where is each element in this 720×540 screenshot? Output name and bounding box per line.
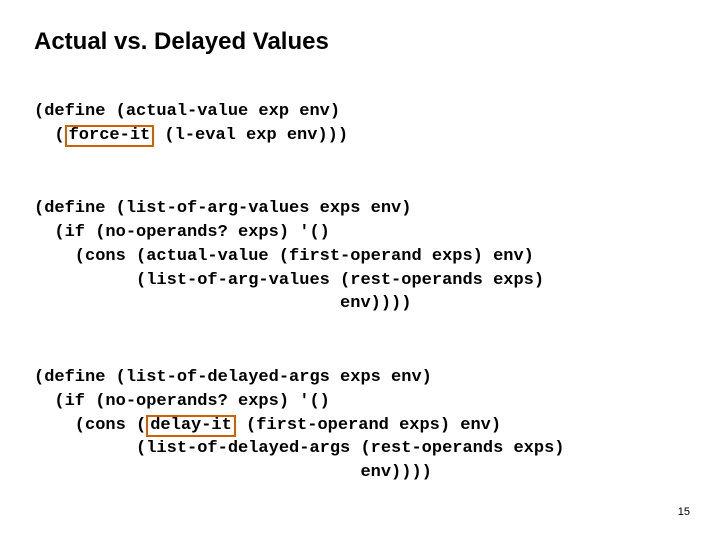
page-number: 15 <box>678 506 690 518</box>
code-line: (if (no-operands? exps) '() <box>34 223 330 242</box>
code-line-part: (l-eval exp env))) <box>154 126 348 145</box>
code-line-part: (first-operand exps) env) <box>236 416 501 435</box>
slide-title: Actual vs. Delayed Values <box>34 28 686 56</box>
code-line: (define (actual-value exp env) <box>34 102 340 121</box>
highlight-force-it: force-it <box>65 125 155 148</box>
code-line: env)))) <box>34 294 411 313</box>
code-line: (list-of-delayed-args (rest-operands exp… <box>34 439 565 458</box>
code-line-part: ( <box>34 126 65 145</box>
code-block-2: (define (list-of-arg-values exps env) (i… <box>34 173 686 316</box>
code-line: env)))) <box>34 463 432 482</box>
code-line-part: (cons ( <box>34 416 146 435</box>
code-block-3: (define (list-of-delayed-args exps env) … <box>34 342 686 485</box>
highlight-delay-it: delay-it <box>146 415 236 438</box>
code-line: (cons (actual-value (first-operand exps)… <box>34 247 534 266</box>
code-block-1: (define (actual-value exp env) (force-it… <box>34 76 686 147</box>
code-line: (list-of-arg-values (rest-operands exps) <box>34 271 544 290</box>
code-line: (if (no-operands? exps) '() <box>34 392 330 411</box>
code-line: (define (list-of-arg-values exps env) <box>34 199 411 218</box>
code-line: (define (list-of-delayed-args exps env) <box>34 368 432 387</box>
